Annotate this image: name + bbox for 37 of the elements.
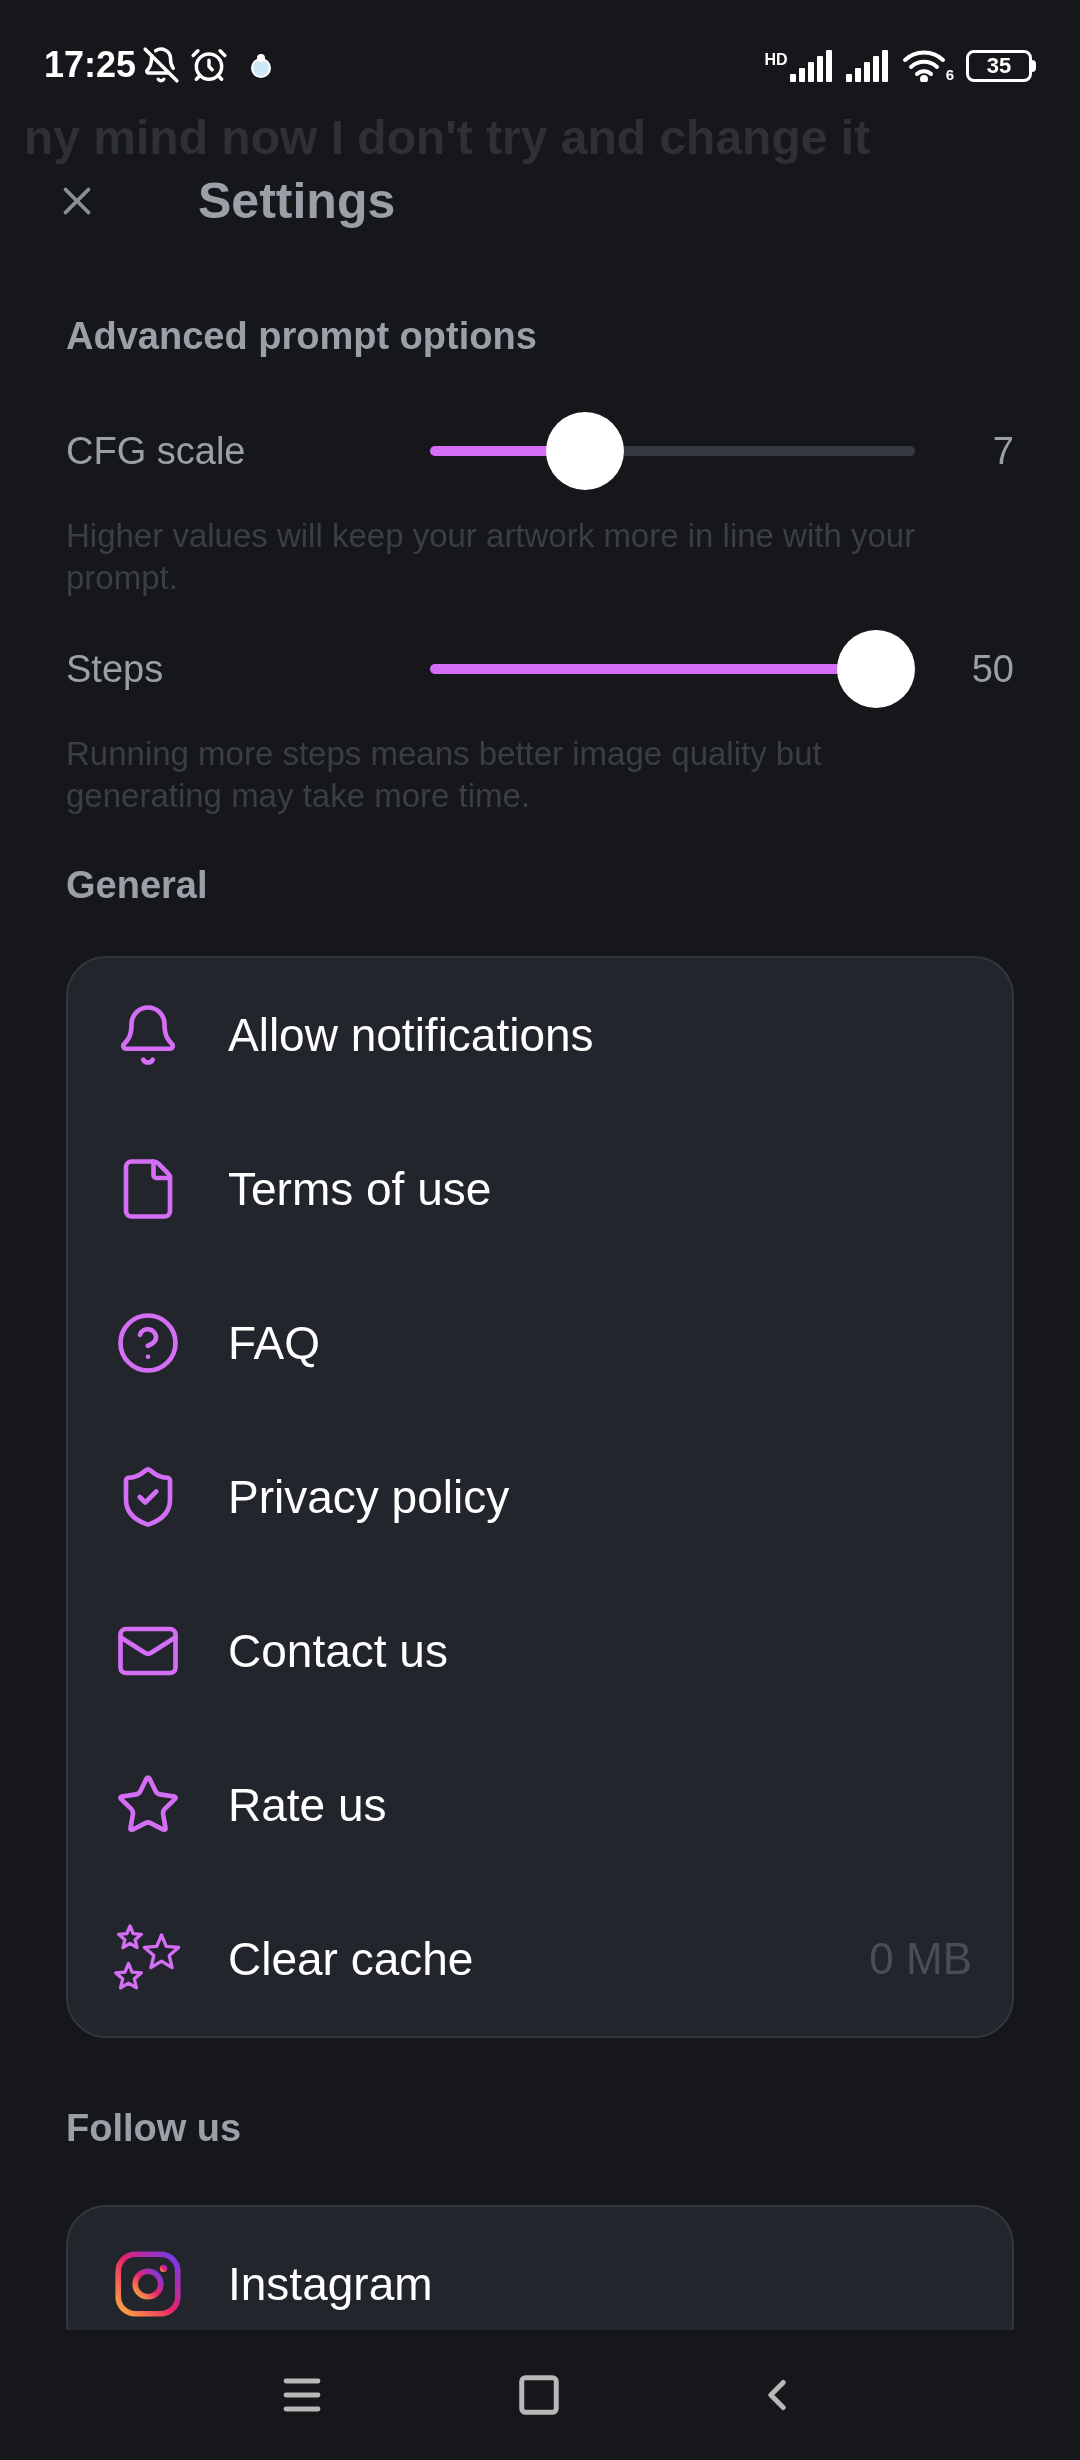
slider-value: 7 (991, 428, 1014, 474)
page-title: Settings (198, 171, 396, 231)
settings-item[interactable]: Terms of use (68, 1112, 1012, 1266)
item-label: Rate us (228, 1777, 387, 1833)
section-title: Follow us (66, 2106, 243, 2151)
settings-item[interactable]: Instagram (68, 2207, 1012, 2330)
wifi-number-label: 6 (945, 67, 954, 82)
settings-item[interactable]: Rate us (68, 1728, 1012, 1882)
muted-bell-icon (142, 46, 181, 84)
slider-label: CFG scale (66, 428, 247, 474)
slider-track[interactable] (430, 412, 915, 490)
settings-item[interactable]: Privacy policy (68, 1420, 1012, 1574)
section-title: Advanced prompt options (66, 314, 538, 359)
battery-indicator: 35 (966, 50, 1032, 82)
signal-icon (789, 50, 834, 82)
item-label: Terms of use (228, 1161, 492, 1217)
wifi-icon (901, 48, 946, 82)
home-icon[interactable] (516, 2372, 562, 2418)
section-title: General (66, 863, 209, 908)
settings-item[interactable]: FAQ (68, 1266, 1012, 1420)
item-label: Contact us (228, 1623, 448, 1679)
signal-icon (845, 50, 890, 82)
item-label: FAQ (228, 1315, 321, 1371)
item-label: Privacy policy (228, 1469, 510, 1525)
slider-value: 50 (970, 646, 1014, 692)
slider-label: Steps (66, 646, 165, 692)
alarm-icon (190, 46, 229, 84)
item-label: Instagram (228, 2256, 433, 2312)
slider-track[interactable] (430, 630, 915, 708)
item-label: Allow notifications (228, 1007, 594, 1063)
help-icon (115, 1310, 181, 1376)
instagram-icon (114, 2250, 182, 2318)
network-label: HD (764, 50, 788, 70)
settings-item[interactable]: Allow notifications (68, 958, 1012, 1112)
settings-item[interactable]: Contact us (68, 1574, 1012, 1728)
item-label: Clear cache (228, 1931, 474, 1987)
status-time: 17:25 (44, 43, 137, 87)
